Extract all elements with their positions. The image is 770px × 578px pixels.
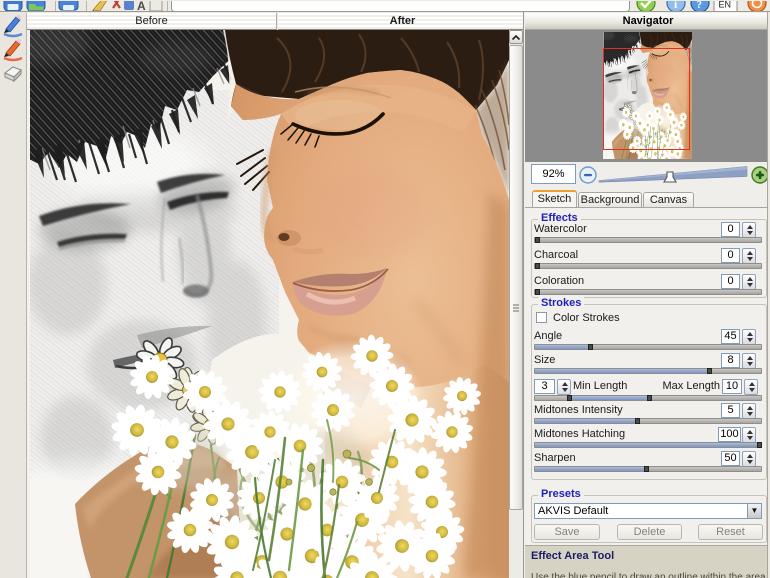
- svg-text:EN: EN: [719, 1, 732, 10]
- svg-text:A: A: [137, 1, 146, 12]
- svg-text:?: ?: [697, 1, 703, 11]
